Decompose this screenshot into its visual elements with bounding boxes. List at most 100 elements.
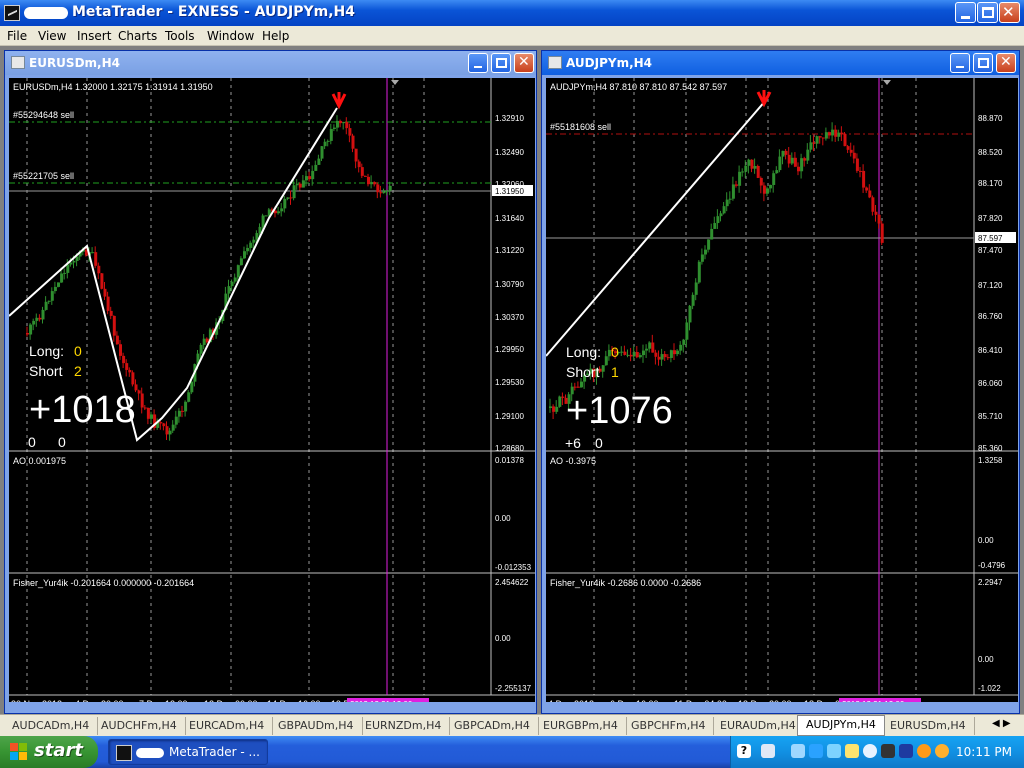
maximize-button[interactable] [977, 2, 998, 23]
long-value: 0 [74, 343, 82, 359]
candle-body [666, 357, 670, 359]
candle-body [604, 356, 608, 366]
date-label: 13 Dec 20:00 [738, 699, 792, 702]
candle-body [747, 159, 751, 166]
candle-body [100, 273, 104, 289]
candle-body [877, 214, 881, 224]
order-label: #55294648 sell [13, 110, 74, 120]
audjpy-close-button[interactable]: ✕ [996, 53, 1016, 73]
candle-body [376, 184, 380, 193]
tray-app-icon[interactable] [917, 744, 931, 758]
candle-body [115, 335, 119, 345]
eurusd-minimize-button[interactable] [468, 53, 488, 73]
candle-body [815, 136, 819, 144]
candle-body [177, 410, 181, 417]
candle-body [840, 132, 844, 135]
audjpy-chart-canvas[interactable]: #55181608 sell AUDJPYm,H4 87.810 87.810 8… [545, 78, 1018, 710]
candle-body [174, 416, 178, 425]
candle-body [190, 381, 194, 393]
price-label: 85.710 [978, 412, 1003, 421]
audjpy-window-title: AUDJPYm,H4 [566, 56, 653, 70]
taskbar-metatrader-button[interactable]: MetaTrader - ... [108, 739, 268, 765]
audjpy-chart-window[interactable]: AUDJPYm,H4 ✕ #55181608 sell AUDJPYm,H4 87… [541, 50, 1020, 714]
long-value: 0 [611, 344, 619, 360]
tray-app-icon[interactable] [863, 744, 877, 758]
candle-body [128, 369, 132, 373]
candle-body [143, 407, 147, 409]
candle-body [165, 426, 169, 435]
candle-body [784, 150, 788, 155]
candle-body [258, 226, 262, 234]
window-title: MetaTrader - EXNESS - AUDJPYm,H4 [72, 4, 356, 20]
candle-body [140, 393, 144, 408]
chart-tab[interactable]: EURUSDm,H4 [882, 717, 975, 735]
candle-body [772, 173, 776, 185]
order-label: #55181608 sell [550, 122, 611, 132]
candle-body [150, 414, 153, 419]
date-label: 14 Dec 16:00 [267, 699, 321, 702]
start-button[interactable]: start [0, 736, 98, 768]
chart-tab[interactable]: EURCADm,H4 [181, 717, 274, 735]
volume-icon[interactable] [761, 744, 775, 758]
candle-body [821, 137, 825, 139]
candle-body [809, 142, 813, 150]
menu-view[interactable]: View [38, 29, 66, 43]
tab-scroll-arrows[interactable]: ◀ ▶ [992, 718, 1011, 729]
candle-body [691, 294, 695, 306]
candle-body [651, 342, 655, 353]
chart-window-icon [11, 56, 25, 69]
chart-tab[interactable]: AUDJPYm,H4 [797, 715, 885, 736]
chart-tab[interactable]: AUDCHFm,H4 [93, 717, 186, 735]
tray-app-icon[interactable] [791, 744, 805, 758]
close-button[interactable]: ✕ [999, 2, 1020, 23]
chart-tab[interactable]: GBPAUDm,H4 [270, 717, 363, 735]
redacted-account [24, 7, 68, 19]
candle-body [66, 264, 70, 273]
eurusd-close-button[interactable]: ✕ [514, 53, 534, 73]
tray-app-icon[interactable] [899, 744, 913, 758]
audjpy-window-title-bar[interactable]: AUDJPYm,H4 ✕ [542, 51, 1019, 75]
candle-body [828, 132, 831, 136]
minimize-button[interactable] [955, 2, 976, 23]
tray-app-icon[interactable] [827, 744, 841, 758]
eurusd-chart-area[interactable]: #55294648 sell #55221705 sell EURUSDm,H4 1… [8, 78, 535, 710]
tray-app-icon[interactable] [845, 744, 859, 758]
clock: 10:11 PM [956, 745, 1012, 759]
audjpy-maximize-button[interactable] [973, 53, 993, 73]
candle-body [339, 120, 343, 124]
candle-body [112, 315, 116, 336]
short-label: Short [566, 364, 600, 380]
tray-app-icon[interactable] [881, 744, 895, 758]
menu-insert[interactable]: Insert [77, 29, 111, 43]
tray-app-icon[interactable] [935, 744, 949, 758]
candle-body [351, 135, 355, 149]
chart-tab[interactable]: GBPCHFm,H4 [623, 717, 715, 735]
chart-tab[interactable]: EURGBPm,H4 [535, 717, 627, 735]
chart-tab[interactable]: AUDCADm,H4 [4, 717, 99, 735]
eurusd-window-title-bar[interactable]: EURUSDm,H4 ✕ [5, 51, 536, 75]
eurusd-chart-window[interactable]: EURUSDm,H4 ✕ #55294648 sell #55221705 sel… [4, 50, 537, 714]
menu-tools[interactable]: Tools [165, 29, 195, 43]
audjpy-chart-area[interactable]: #55181608 sell AUDJPYm,H4 87.810 87.810 8… [545, 78, 1018, 710]
menu-charts[interactable]: Charts [118, 29, 157, 43]
candle-body [184, 401, 188, 412]
chart-tab[interactable]: EURNZDm,H4 [357, 717, 451, 735]
audjpy-minimize-button[interactable] [950, 53, 970, 73]
candle-body [679, 344, 683, 351]
help-icon[interactable]: ? [737, 744, 751, 758]
eurusd-maximize-button[interactable] [491, 53, 511, 73]
long-label: Long: [29, 343, 64, 359]
trend-line [545, 99, 767, 357]
chart-tab[interactable]: EURAUDm,H4 [712, 717, 805, 735]
eurusd-chart-canvas[interactable]: #55294648 sell #55221705 sell EURUSDm,H4 1… [8, 78, 535, 710]
menu-help[interactable]: Help [262, 29, 289, 43]
candle-body [326, 140, 330, 142]
candle-body [694, 282, 698, 295]
menu-window[interactable]: Window [207, 29, 254, 43]
chart-tab[interactable]: GBPCADm,H4 [446, 717, 539, 735]
menu-file[interactable]: File [7, 29, 27, 43]
symbol-info: AUDJPYm,H4 87.810 87.810 87.542 87.597 [550, 82, 727, 92]
network-icon[interactable] [809, 744, 823, 758]
candle-body [50, 291, 54, 301]
price-label: 88.520 [978, 148, 1003, 157]
